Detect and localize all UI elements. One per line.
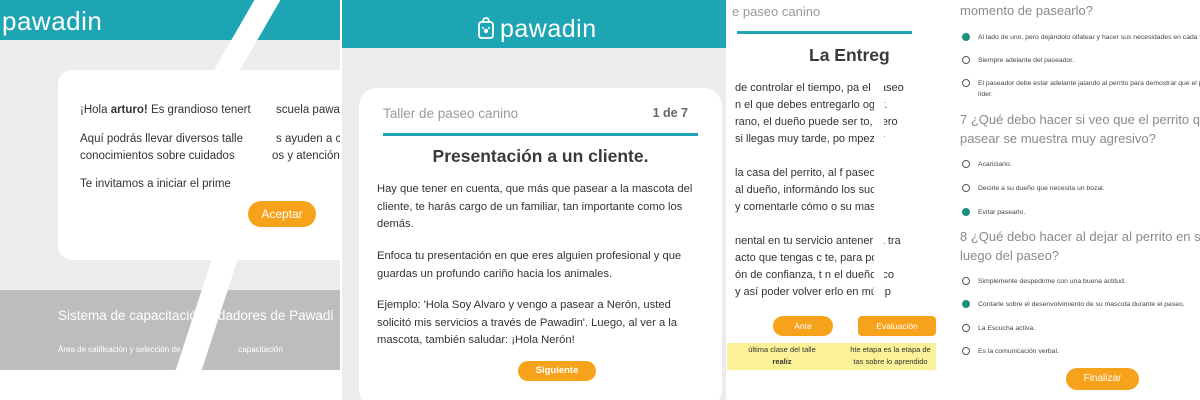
brand-logo: pawadin — [2, 6, 103, 36]
page-counter: 1 de 7 — [652, 106, 688, 120]
intro-line-1b: s ayuden a co — [276, 133, 340, 145]
radio-unselected[interactable] — [962, 347, 970, 355]
lesson-line: de controlar el tiempo, pa el paseo — [735, 82, 904, 94]
accept-button[interactable]: Aceptar — [248, 201, 316, 227]
radio-unselected[interactable] — [962, 79, 970, 87]
lesson-title: Presentación a un cliente. — [432, 146, 649, 166]
header-underline — [737, 31, 912, 34]
lesson-line: y así poder volver erlo en múltip — [735, 286, 891, 298]
workshop-title: Taller de paseo canino — [383, 106, 519, 121]
radio-selected[interactable] — [962, 33, 970, 41]
lesson-paragraph: Enfoca tu presentación en que eres algui… — [377, 250, 682, 280]
previous-button[interactable]: Ante — [773, 316, 833, 336]
delivery-lesson-screen: e paseo canino La Entreg de controlar el… — [727, 0, 936, 370]
question-6-tail: momento de pasearlo? — [960, 3, 1093, 18]
footer-subtitle: Área de calificación y selección de capac… — [58, 345, 283, 354]
lesson-card: Taller de paseo canino 1 de 7 Presentaci… — [359, 88, 722, 400]
radio-unselected[interactable] — [962, 324, 970, 332]
lesson-paragraph: Ejemplo: 'Hola Soy Alvaro y vengo a pase… — [377, 299, 677, 346]
radio-unselected[interactable] — [962, 160, 970, 168]
intro-line-2a: conocimientos sobre cuidados — [80, 150, 235, 162]
lesson-line: ón de confianza, t n el dueño, co — [735, 269, 895, 281]
lesson-paragraph: Hay que tener en cuenta, que más que pas… — [377, 183, 693, 230]
user-name: arturo! — [110, 104, 148, 116]
welcome-screen: pawadin ¡Hola arturo! Es grandioso tener… — [0, 0, 340, 370]
header-bar: pawadin — [342, 0, 726, 48]
lesson-title: La Entreg — [809, 45, 890, 65]
lesson-screen: pawadin Taller de paseo canino 1 de 7 Pr… — [342, 0, 726, 400]
workshop-title: e paseo canino — [732, 4, 821, 19]
info-note: última clase del talle realiz hte etapa … — [727, 343, 936, 370]
invite-text: Te invitamos a iniciar el prime — [80, 178, 231, 190]
greeting-text: ¡Hola arturo! Es grandioso tenert — [80, 104, 251, 116]
paw-bag-icon — [478, 17, 494, 39]
radio-unselected[interactable] — [962, 277, 970, 285]
lesson-line: rano, el dueño puede ser to, pero — [735, 116, 898, 128]
brand-name: pawadin — [500, 15, 597, 43]
lesson-line: n el que debes entregarlo ogar. — [735, 99, 888, 111]
greeting-tail: scuela pawad — [276, 104, 340, 116]
next-button[interactable]: Siguiente — [518, 361, 596, 381]
footer: Sistema de capacitació cuidadores de Paw… — [0, 290, 340, 370]
radio-selected[interactable] — [962, 208, 970, 216]
lesson-line: y comentarle cómo o su mas — [735, 201, 876, 213]
column-gap — [874, 80, 884, 305]
intro-line-2b: os y atención a — [272, 150, 340, 162]
top-bar: pawadin — [0, 0, 340, 40]
radio-unselected[interactable] — [962, 184, 970, 192]
question-8: 8 ¿Qué debo hacer al dejar al perrito en… — [960, 229, 1200, 263]
welcome-card: ¡Hola arturo! Es grandioso tenert scuela… — [58, 70, 340, 260]
intro-line-1a: Aquí podrás llevar diversos talle — [80, 133, 243, 145]
radio-selected[interactable] — [962, 300, 970, 308]
finish-button[interactable]: Finalizar — [1066, 368, 1139, 390]
lesson-header: Taller de paseo canino 1 de 7 — [383, 106, 698, 136]
question-7: 7 ¿Qué debo hacer si veo que el perrito … — [960, 112, 1200, 146]
lesson-line: al dueño, informándo los suce — [735, 184, 882, 196]
radio-unselected[interactable] — [962, 56, 970, 64]
lesson-line: nental en tu servicio antener la tra — [735, 235, 901, 247]
lesson-line: si llegas muy tarde, po mpezar — [735, 133, 885, 145]
lesson-line: la casa del perrito, al f paseo — [735, 167, 876, 179]
evaluation-button[interactable]: Evaluación — [858, 316, 936, 336]
evaluation-screen: momento de pasearlo? Al lado de uno, per… — [938, 0, 1200, 400]
lesson-line: acto que tengas c te, para po — [735, 252, 878, 264]
